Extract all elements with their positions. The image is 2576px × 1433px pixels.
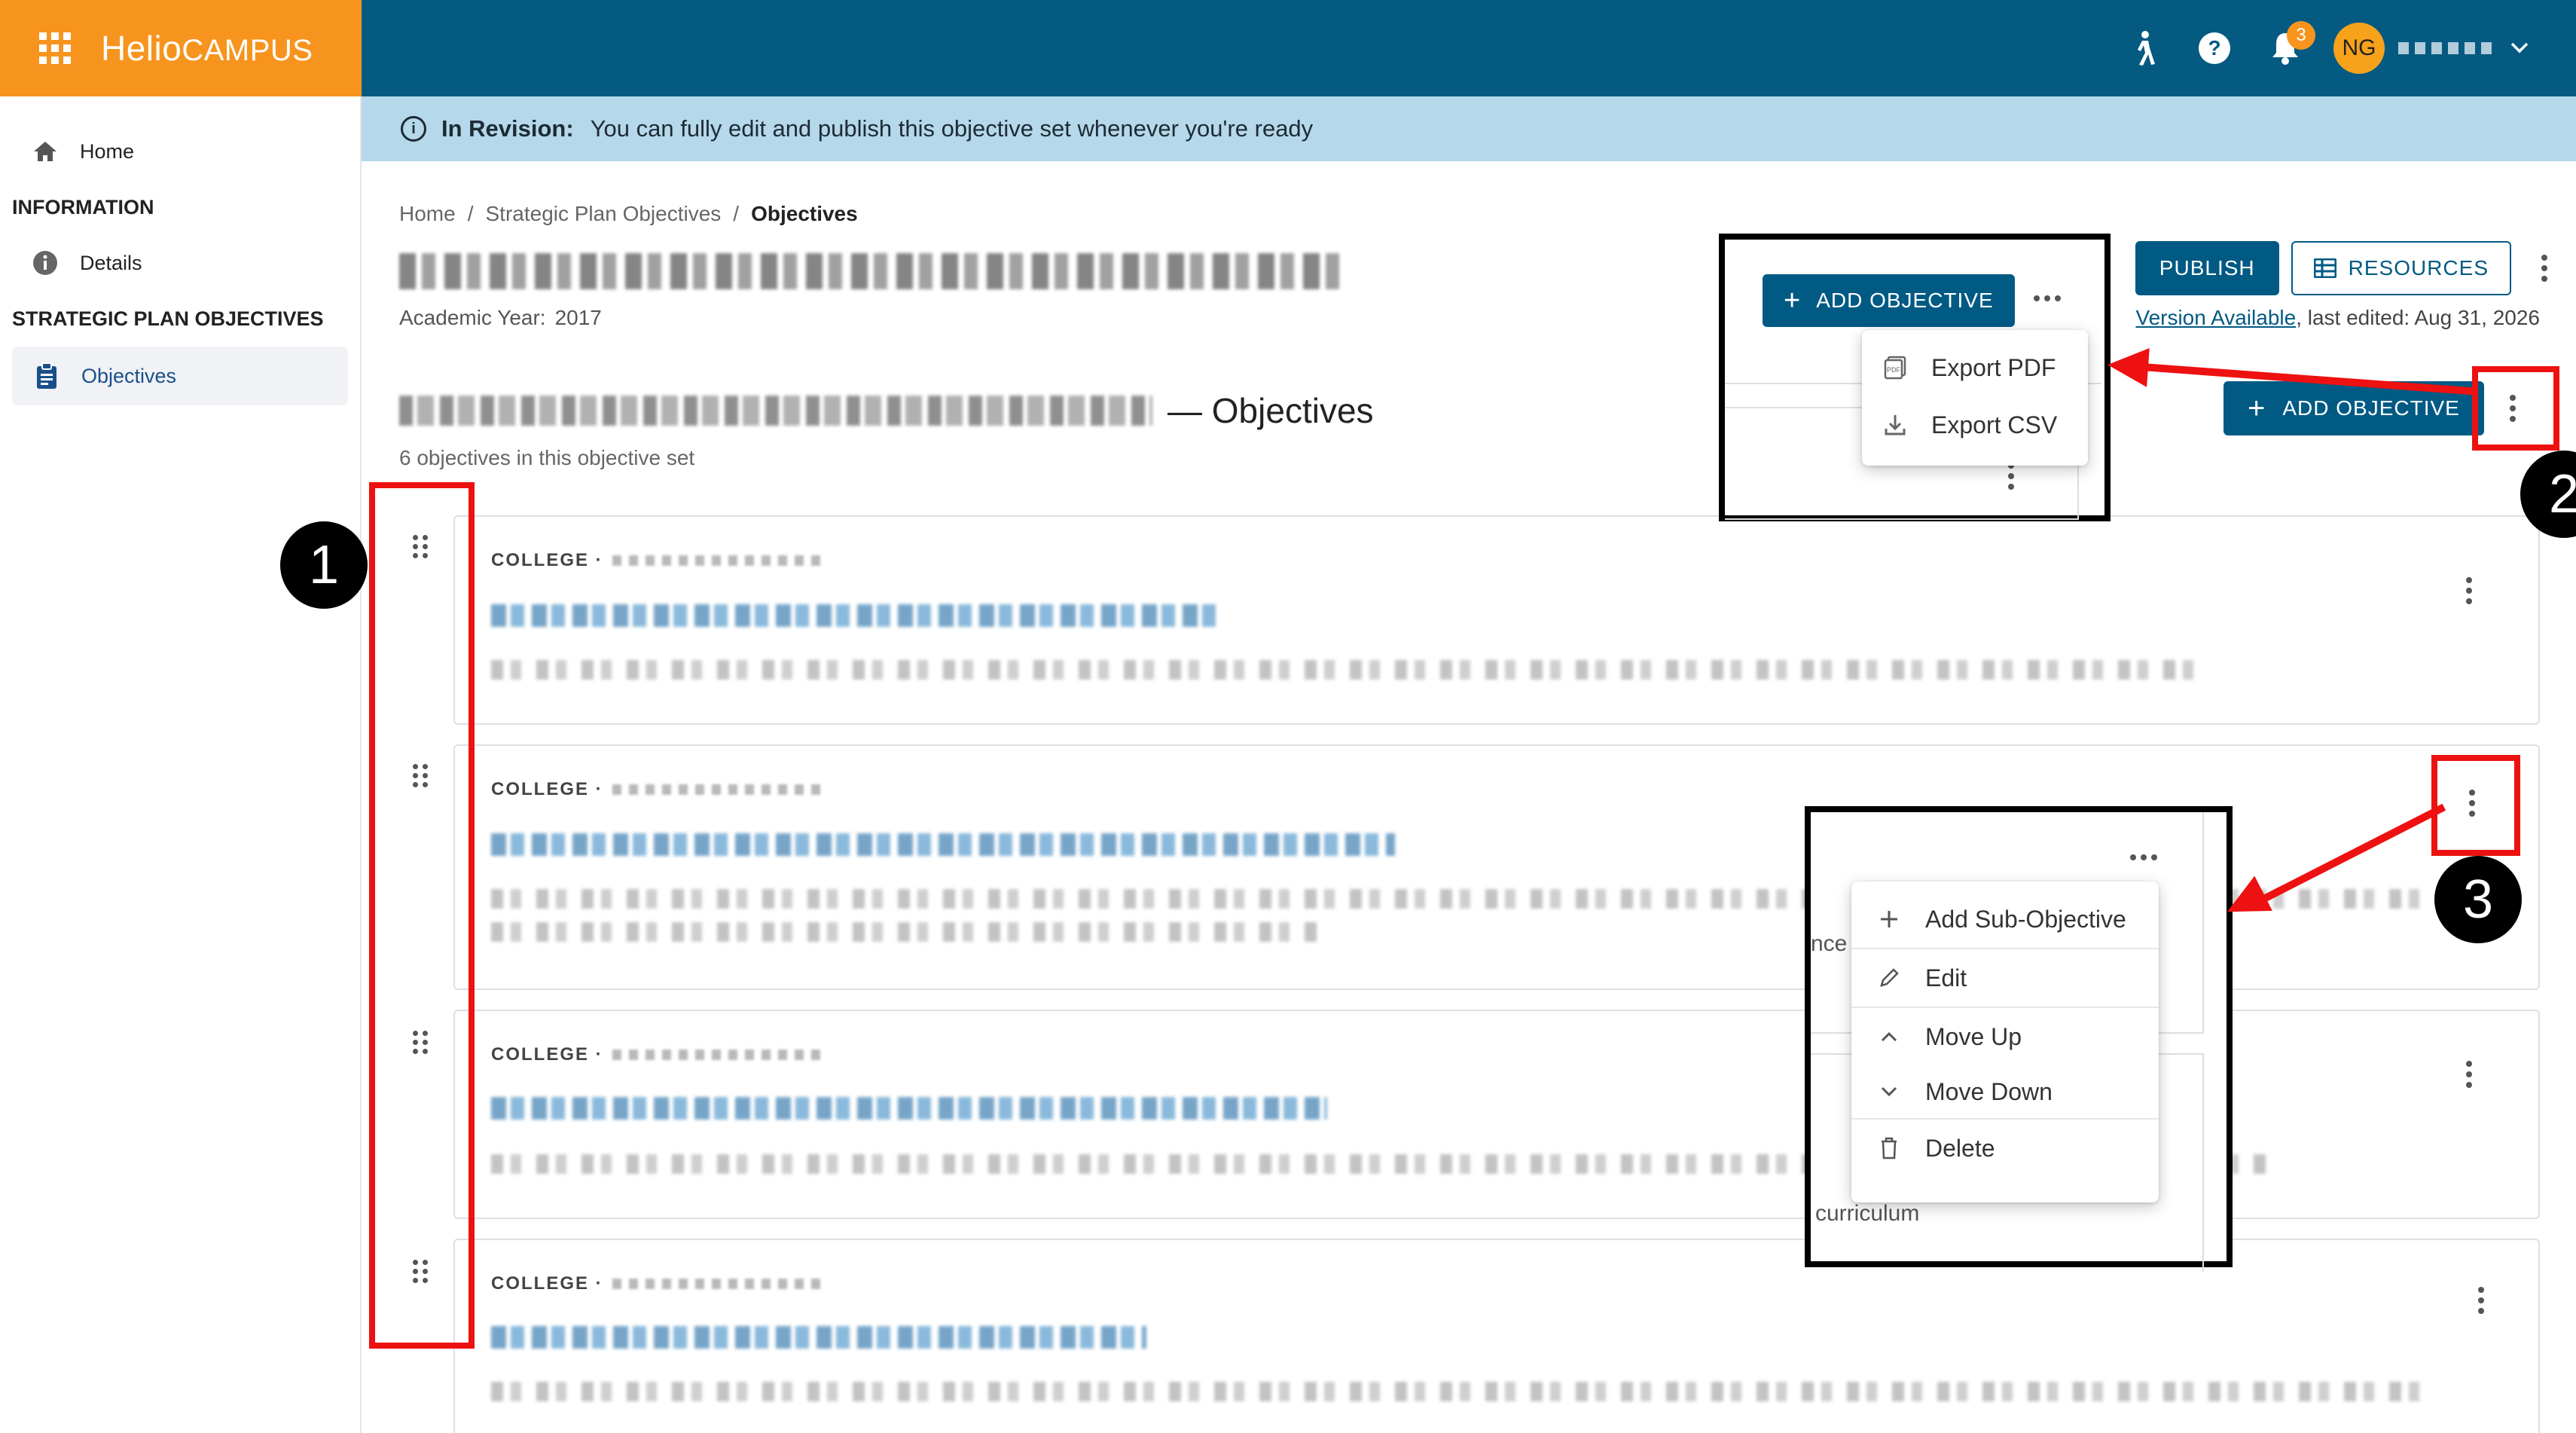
sidebar-item-label: Objectives xyxy=(81,364,177,387)
card-title-redacted[interactable] xyxy=(491,604,1222,627)
card-title-redacted[interactable] xyxy=(491,833,1395,856)
breadcrumb-strategic-plan[interactable]: Strategic Plan Objectives xyxy=(485,202,721,225)
card-more-options-icon[interactable] xyxy=(2465,1273,2498,1328)
sidebar-item-label: Home xyxy=(80,139,135,163)
logo: HelioCAMPUS xyxy=(101,29,313,68)
header-actions: PUBLISH RESOURCES xyxy=(2135,241,2561,295)
card-description-redacted xyxy=(491,922,1320,942)
breadcrumb-current: Objectives xyxy=(751,202,858,225)
chevron-down-icon[interactable] xyxy=(2508,26,2531,71)
export-pdf-menu-item[interactable]: PDF Export PDF xyxy=(1862,339,2088,396)
clipboard-icon xyxy=(32,362,62,390)
breadcrumb-home[interactable]: Home xyxy=(399,202,456,225)
download-icon xyxy=(1882,414,1909,436)
callout-2-highlight xyxy=(2472,366,2559,451)
accessibility-walk-icon[interactable] xyxy=(2121,26,2166,71)
card-college: COLLEGE · xyxy=(491,550,823,571)
objective-set-name-redacted xyxy=(399,396,1152,426)
objective-count: 6 objectives in this objective set xyxy=(399,446,695,469)
svg-text:?: ? xyxy=(2208,36,2220,60)
chevron-up-icon xyxy=(1876,1031,1903,1042)
card-more-options-icon[interactable] xyxy=(2008,463,2014,490)
info-icon: i xyxy=(401,116,426,142)
sidebar: Home INFORMATION Details STRATEGIC PLAN … xyxy=(0,96,362,1433)
export-csv-menu-item[interactable]: Export CSV xyxy=(1862,396,2088,454)
app-grid-icon[interactable] xyxy=(39,32,71,64)
breadcrumb: Home / Strategic Plan Objectives / Objective… xyxy=(399,202,858,225)
add-objective-button[interactable]: + ADD OBJECTIVE xyxy=(1763,274,2015,327)
resources-button[interactable]: RESOURCES xyxy=(2291,241,2511,295)
plus-icon: + xyxy=(1784,285,1802,316)
objectives-title: — Objectives xyxy=(399,390,1374,431)
move-up-menu-item[interactable]: Move Up xyxy=(1851,1008,2159,1065)
pencil-icon xyxy=(1876,967,1903,988)
sidebar-item-objectives[interactable]: Objectives xyxy=(12,347,348,405)
version-available-link[interactable]: Version Available xyxy=(2135,306,2296,329)
username-redacted[interactable] xyxy=(2398,42,2496,54)
plus-icon: + xyxy=(2248,392,2266,425)
callout-1-highlight xyxy=(369,482,475,1349)
card-description-redacted xyxy=(491,1382,2419,1401)
objective-card[interactable]: COLLEGE · xyxy=(453,515,2540,725)
callout-3-highlight xyxy=(2431,755,2520,856)
card-description-redacted xyxy=(491,660,2208,680)
sidebar-section-information: INFORMATION xyxy=(12,195,154,218)
sidebar-item-details[interactable]: Details xyxy=(0,235,360,291)
card-title-redacted[interactable] xyxy=(491,1097,1327,1120)
help-icon[interactable]: ? xyxy=(2192,26,2237,71)
trash-icon xyxy=(1876,1137,1903,1160)
card-college: COLLEGE · xyxy=(491,779,823,800)
edit-menu-item[interactable]: Edit xyxy=(1851,949,2159,1007)
callout-2-inset: + ADD OBJECTIVE PDF Export PDF Export CS… xyxy=(1719,234,2111,521)
resources-grid-icon xyxy=(2313,258,2336,278)
callout-1-badge: 1 xyxy=(280,521,368,609)
card-options-menu: Add Sub-Objective Edit Move Up Move Down… xyxy=(1851,881,2159,1202)
notification-badge: 3 xyxy=(2287,21,2315,50)
move-down-menu-item[interactable]: Move Down xyxy=(1851,1065,2159,1118)
avatar[interactable]: NG xyxy=(2333,23,2385,74)
plus-icon xyxy=(1876,909,1903,929)
callout-2-arrowhead xyxy=(2106,345,2150,387)
info-icon xyxy=(30,250,60,276)
delete-menu-item[interactable]: Delete xyxy=(1851,1120,2159,1177)
more-horizontal-icon[interactable] xyxy=(2034,295,2061,301)
card-more-options-icon[interactable] xyxy=(2452,1047,2486,1101)
callout-3-inset: nce curriculum Add Sub-Objective Edit Mo… xyxy=(1805,806,2233,1272)
brand-area[interactable]: HelioCAMPUS xyxy=(0,0,362,96)
card-college: COLLEGE · xyxy=(491,1044,823,1065)
export-menu: PDF Export PDF Export CSV xyxy=(1862,330,2088,466)
card-text-behind-menu: nce xyxy=(1811,931,1848,956)
pdf-icon: PDF xyxy=(1882,356,1909,380)
objective-card[interactable]: COLLEGE · xyxy=(453,1239,2540,1433)
svg-text:PDF: PDF xyxy=(1887,366,1901,374)
card-college: COLLEGE · xyxy=(491,1273,823,1294)
sidebar-section-objectives: STRATEGIC PLAN OBJECTIVES xyxy=(12,307,324,330)
add-sub-objective-menu-item[interactable]: Add Sub-Objective xyxy=(1851,891,2159,948)
publish-button[interactable]: PUBLISH xyxy=(2135,241,2279,295)
card-title-redacted[interactable] xyxy=(491,1326,1146,1349)
revision-banner: i In Revision: You can fully edit and pu… xyxy=(362,96,2576,161)
card-text-behind-menu: curriculum xyxy=(1815,1201,1920,1226)
sidebar-item-label: Details xyxy=(80,251,142,274)
chevron-down-icon xyxy=(1876,1086,1903,1097)
top-right-actions: ? 3 NG xyxy=(2121,0,2576,96)
version-info: Version Available, last edited: Aug 31, … xyxy=(2135,306,2540,329)
banner-status: In Revision: xyxy=(441,115,574,142)
sidebar-item-home[interactable]: Home xyxy=(0,124,360,179)
notifications-bell-icon[interactable]: 3 xyxy=(2263,21,2315,71)
card-more-options-icon[interactable] xyxy=(2452,564,2486,618)
callout-3-badge: 3 xyxy=(2434,856,2522,943)
page-title-redacted xyxy=(399,253,1348,289)
banner-message: You can fully edit and publish this obje… xyxy=(590,115,1314,142)
home-icon xyxy=(30,140,60,163)
academic-year: Academic Year: 2017 xyxy=(399,306,602,329)
header-more-options-icon[interactable] xyxy=(2528,241,2561,295)
